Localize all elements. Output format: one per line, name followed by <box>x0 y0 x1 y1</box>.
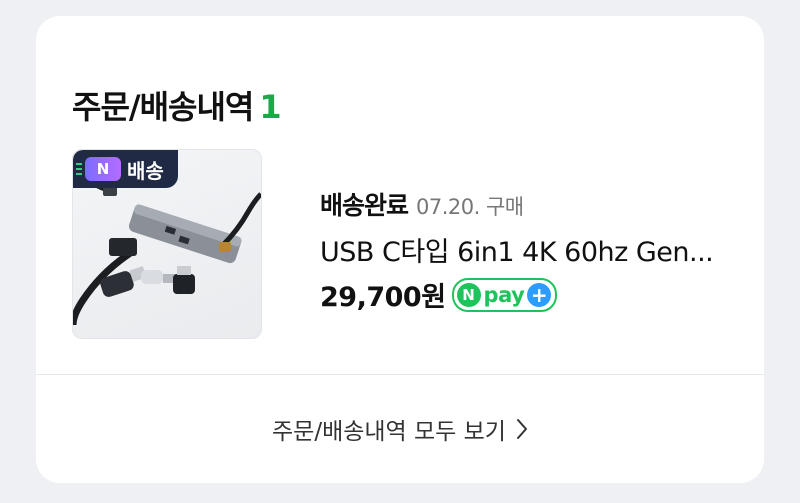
view-all-orders-label: 주문/배송내역 모두 보기 <box>272 419 506 445</box>
order-history-card: 주문/배송내역 1 N 배송 배송완료 07.20. 구매 USB C타입 6i… <box>36 16 764 483</box>
section-title: 주문/배송내역 1 <box>72 82 282 128</box>
npay-text: pay <box>483 282 525 307</box>
price-line: 29,700원 N pay + <box>320 275 770 314</box>
view-all-orders-link[interactable]: 주문/배송내역 모두 보기 <box>36 375 764 483</box>
delivery-badge: N 배송 <box>73 150 178 188</box>
npay-plus-badge: N pay + <box>451 277 558 312</box>
product-thumbnail[interactable]: N 배송 <box>72 149 262 339</box>
chevron-right-icon <box>516 419 527 439</box>
order-status: 배송완료 <box>320 191 409 220</box>
status-line: 배송완료 07.20. 구매 <box>320 186 770 222</box>
npay-logo-icon: N <box>456 282 481 307</box>
product-price: 29,700원 <box>320 282 446 313</box>
order-info[interactable]: 배송완료 07.20. 구매 USB C타입 6in1 4K 60hz Gen.… <box>320 186 770 314</box>
order-date: 07.20. 구매 <box>416 195 524 219</box>
delivery-truck-icon: N <box>76 157 121 181</box>
section-title-text: 주문/배송내역 <box>72 88 254 126</box>
order-count: 1 <box>259 88 281 126</box>
delivery-badge-label: 배송 <box>127 158 164 183</box>
product-name[interactable]: USB C타입 6in1 4K 60hz Gen... <box>320 230 766 269</box>
plus-icon: + <box>527 282 552 307</box>
